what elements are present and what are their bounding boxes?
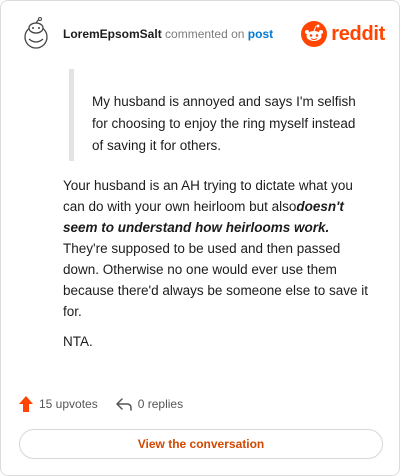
comment-card: LoremEpsomSalt commented on post reddit … bbox=[0, 0, 400, 476]
quote-text: My husband is annoyed and says I'm selfi… bbox=[92, 94, 356, 153]
snoo-avatar-icon bbox=[24, 17, 48, 49]
comment-verdict: NTA. bbox=[63, 334, 93, 349]
reply-stat[interactable]: 0 replies bbox=[115, 397, 184, 411]
view-conversation-button[interactable]: View the conversation bbox=[19, 429, 383, 459]
upvote-count: 15 upvotes bbox=[39, 397, 98, 411]
upvote-stat[interactable]: 15 upvotes bbox=[19, 396, 98, 412]
reply-arrow-icon bbox=[115, 398, 132, 411]
commented-label: commented on bbox=[165, 27, 245, 41]
comment-body: Your husband is an AH trying to dictate … bbox=[63, 175, 375, 322]
brand[interactable]: reddit bbox=[301, 19, 385, 49]
post-link[interactable]: post bbox=[248, 27, 273, 41]
brand-wordmark: reddit bbox=[331, 22, 385, 45]
username[interactable]: LoremEpsomSalt bbox=[63, 27, 162, 41]
comment-header: LoremEpsomSalt commented on post reddit bbox=[19, 17, 385, 51]
header-text: LoremEpsomSalt commented on post bbox=[63, 27, 273, 41]
comment-stats: 15 upvotes 0 replies bbox=[19, 393, 201, 415]
reply-count: 0 replies bbox=[137, 397, 184, 411]
comment-body-part2: They're supposed to be used and then pas… bbox=[63, 241, 369, 319]
upvote-arrow-icon bbox=[19, 396, 33, 412]
reddit-logo-icon bbox=[301, 21, 328, 47]
quoted-text-block: My husband is annoyed and says I'm selfi… bbox=[69, 69, 369, 161]
